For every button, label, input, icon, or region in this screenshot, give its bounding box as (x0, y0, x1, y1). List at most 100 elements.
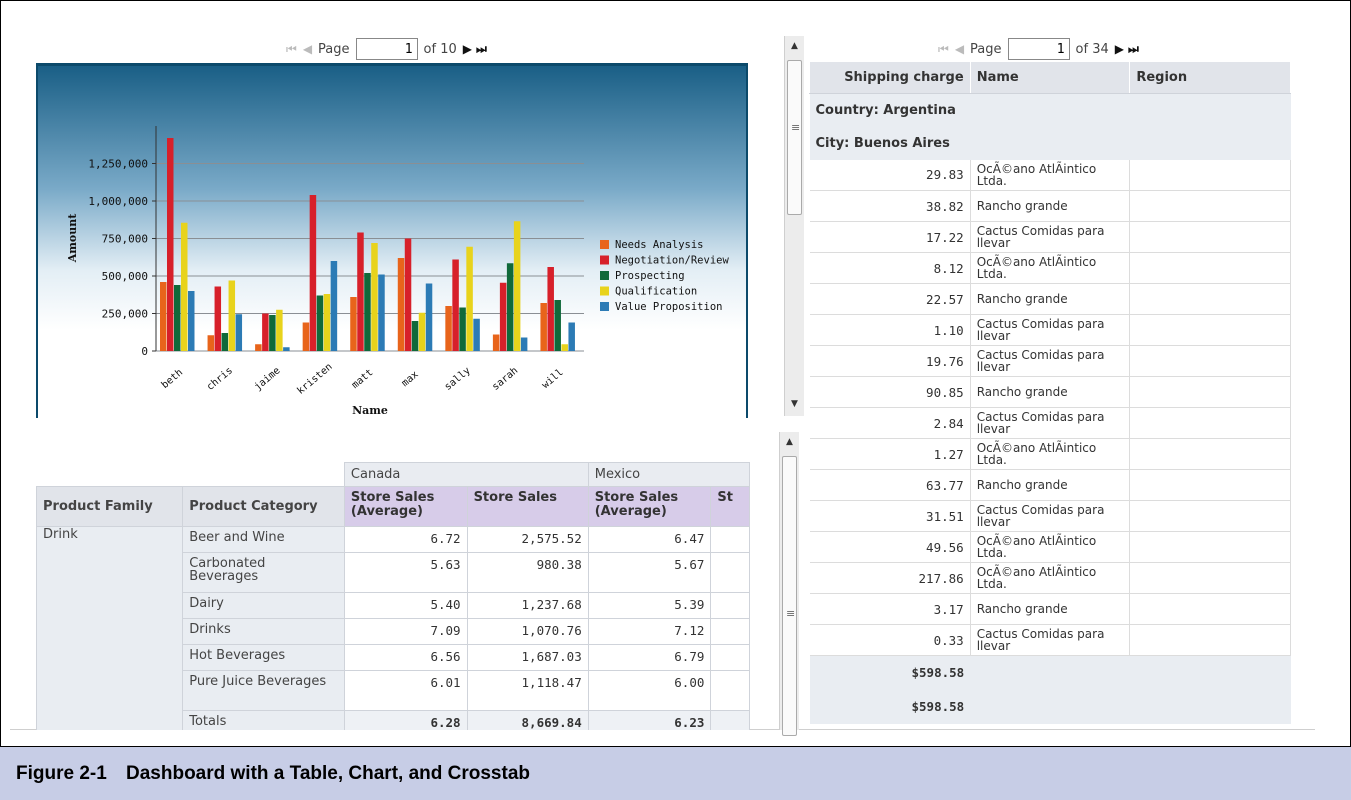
page-number-input[interactable] (355, 38, 418, 60)
shipping-charge-cell: 90.85 (809, 376, 971, 408)
table-row[interactable]: 1.10 Cactus Comidas para llevar (809, 314, 1291, 346)
shipping-charge-cell: 2.84 (809, 407, 971, 439)
column-header-region[interactable]: Region (1129, 61, 1291, 94)
prev-page-icon[interactable]: ◀ (955, 42, 964, 56)
page-number-input[interactable] (1007, 38, 1070, 60)
table-row[interactable]: 90.85 Rancho grande (809, 376, 1291, 408)
bar (309, 195, 317, 351)
bar (262, 313, 269, 351)
shipping-charge-cell: 22.57 (809, 283, 971, 315)
crosstab-corner (36, 462, 345, 487)
value-cell (710, 618, 750, 645)
value-cell: 1,687.03 (466, 644, 589, 671)
chart-scrollbar[interactable]: ▲ ≡ ▼ (784, 36, 804, 416)
table-row[interactable]: 1.27 OcÃ©ano AtlÃintico Ltda. (809, 438, 1291, 470)
bar (350, 297, 357, 351)
y-axis-label: Amount (66, 213, 79, 264)
legend-swatch (600, 240, 609, 249)
group-header-country: Country: Argentina (809, 93, 1291, 127)
table-row[interactable]: 63.77 Rancho grande (809, 469, 1291, 501)
table-row[interactable]: 38.82 Rancho grande (809, 190, 1291, 222)
crosstab-scrollbar[interactable]: ▲ ≡ (779, 432, 799, 736)
bar (269, 315, 276, 351)
bar (276, 309, 283, 351)
name-cell: Rancho grande (970, 376, 1131, 408)
table-header-row: Shipping charge Name Region (809, 61, 1291, 94)
table-row[interactable]: 8.12 OcÃ©ano AtlÃintico Ltda. (809, 252, 1291, 284)
scroll-up-icon[interactable]: ▲ (785, 38, 804, 54)
category-cell: Carbonated Beverages (182, 552, 345, 593)
first-page-icon[interactable]: ⏮ (938, 42, 949, 57)
shipping-charge-cell: 1.27 (809, 438, 971, 470)
bar (323, 294, 331, 351)
country-header-canada: Canada (343, 462, 589, 487)
dimension-header-category: Product Category (182, 486, 345, 527)
first-page-icon[interactable]: ⏮ (286, 42, 297, 57)
bar (283, 347, 290, 351)
family-cell: Drink (36, 526, 184, 730)
shipping-charge-cell: 8.12 (809, 252, 971, 284)
region-cell (1129, 624, 1291, 656)
bar (540, 303, 547, 351)
total-value: $598.58 (809, 689, 971, 724)
bar (568, 322, 575, 351)
value-cell (710, 644, 750, 671)
legend-entry: Prospecting (615, 270, 685, 282)
table-row[interactable]: 217.86 OcÃ©ano AtlÃintico Ltda. (809, 562, 1291, 594)
last-page-icon[interactable]: ⏭ (1128, 42, 1139, 57)
value-cell: 5.63 (343, 552, 468, 593)
table-row[interactable]: 31.51 Cactus Comidas para llevar (809, 500, 1291, 532)
bar-chart: 0 250,000 500,000 750,000 1,000,000 1,250,000… (36, 63, 748, 418)
table-row[interactable]: 19.76 Cactus Comidas para llevar (809, 345, 1291, 377)
column-header-name[interactable]: Name (969, 61, 1131, 94)
prev-page-icon[interactable]: ◀ (303, 42, 312, 56)
last-page-icon[interactable]: ⏭ (476, 42, 487, 57)
bar (167, 138, 174, 351)
y-tick-label: 0 (141, 345, 148, 358)
value-cell: 1,070.76 (466, 618, 589, 645)
bar (520, 337, 528, 351)
value-cell: 8,669.84 (466, 710, 589, 730)
column-header-shipping-charge[interactable]: Shipping charge (809, 61, 971, 94)
y-tick-label: 250,000 (102, 308, 148, 321)
name-cell: OcÃ©ano AtlÃintico Ltda. (970, 159, 1131, 191)
bar (506, 263, 514, 351)
table-row[interactable]: 2.84 Cactus Comidas para llevar (809, 407, 1291, 439)
bar (188, 291, 195, 351)
dimension-header-family: Product Family (36, 486, 184, 527)
bar (513, 221, 521, 351)
region-cell (1129, 593, 1291, 625)
grip-icon: ≡ (786, 607, 796, 620)
page-count: of 34 (1075, 41, 1109, 57)
next-page-icon[interactable]: ▶ (463, 42, 472, 56)
measure-header: Store Sales (466, 486, 589, 527)
legend-entry: Value Proposition (615, 301, 722, 313)
region-cell (1129, 407, 1291, 439)
x-axis-label: Name (352, 404, 388, 417)
table-row[interactable]: 29.83 OcÃ©ano AtlÃintico Ltda. (809, 159, 1291, 191)
table-row[interactable]: 22.57 Rancho grande (809, 283, 1291, 315)
table-row[interactable]: 3.17 Rancho grande (809, 593, 1291, 625)
value-cell: 6.47 (587, 526, 712, 553)
bar (561, 344, 568, 351)
scroll-thumb[interactable]: ≡ (782, 456, 797, 736)
table-row[interactable]: 49.56 OcÃ©ano AtlÃintico Ltda. (809, 531, 1291, 563)
table-row[interactable]: 0.33 Cactus Comidas para llevar (809, 624, 1291, 656)
group-header-city: City: Buenos Aires (809, 126, 1291, 160)
table-row[interactable]: 17.22 Cactus Comidas para llevar (809, 221, 1291, 253)
next-page-icon[interactable]: ▶ (1115, 42, 1124, 56)
scroll-thumb[interactable]: ≡ (787, 60, 802, 215)
value-cell (710, 670, 750, 711)
category-cell: Pure Juice Beverages (182, 670, 345, 711)
figure-number: Figure 2-1 (16, 762, 107, 784)
scroll-up-icon[interactable]: ▲ (780, 434, 799, 450)
bar (371, 243, 378, 351)
value-cell: 7.09 (343, 618, 468, 645)
bar (160, 282, 167, 351)
scroll-down-icon[interactable]: ▼ (785, 396, 804, 412)
region-cell (1129, 469, 1291, 501)
name-cell: OcÃ©ano AtlÃintico Ltda. (970, 438, 1131, 470)
value-cell: 5.67 (587, 552, 712, 593)
bar (418, 312, 426, 351)
category-cell: Hot Beverages (182, 644, 345, 671)
